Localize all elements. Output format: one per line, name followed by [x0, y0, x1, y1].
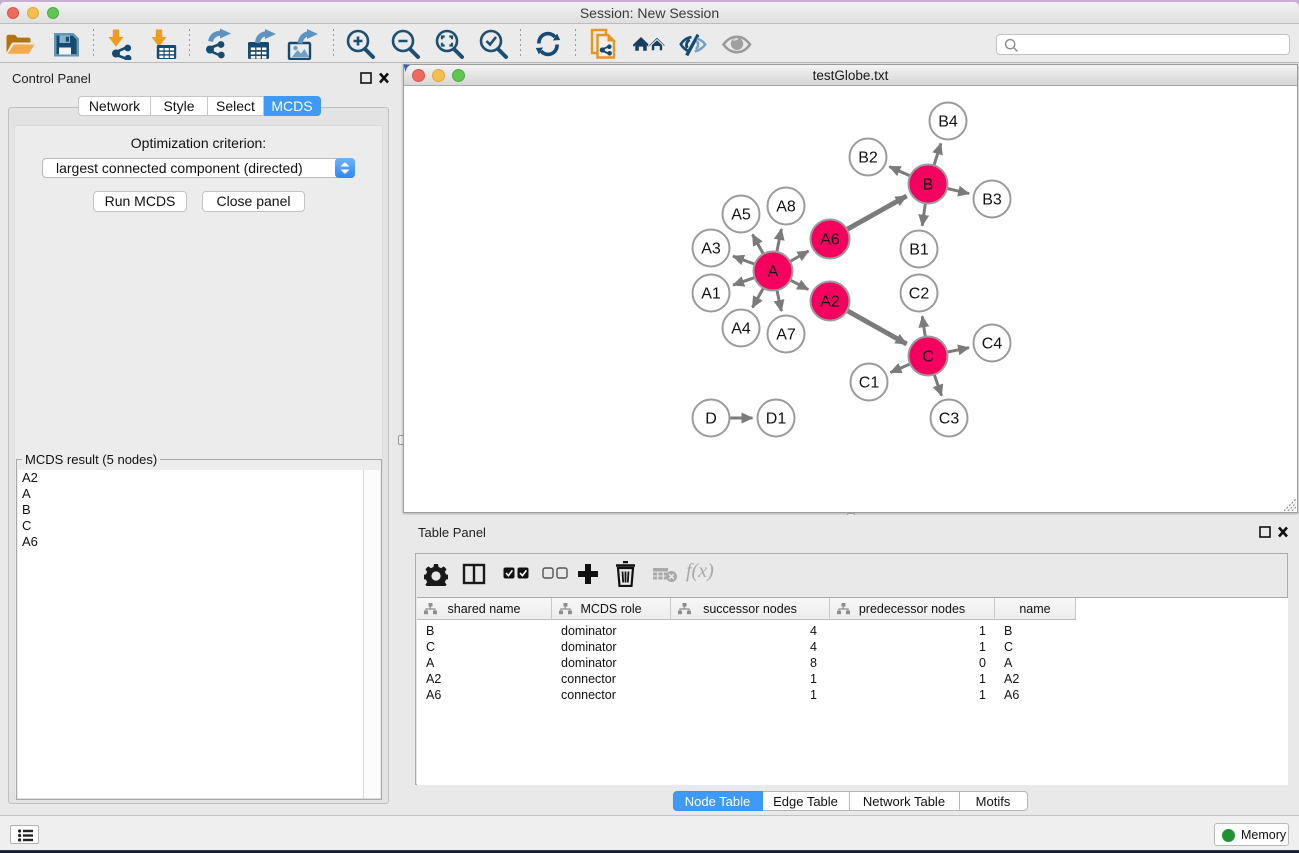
- svg-text:A7: A7: [776, 326, 796, 343]
- svg-text:A8: A8: [776, 198, 796, 215]
- svg-text:B1: B1: [909, 241, 929, 258]
- svg-text:A6: A6: [820, 231, 840, 248]
- svg-text:D1: D1: [765, 410, 786, 427]
- svg-text:A3: A3: [701, 240, 721, 257]
- svg-text:A4: A4: [731, 320, 751, 337]
- svg-text:A2: A2: [820, 293, 840, 310]
- svg-text:B4: B4: [938, 113, 958, 130]
- svg-text:D: D: [705, 410, 717, 427]
- svg-text:C: C: [922, 348, 934, 365]
- svg-text:B3: B3: [982, 191, 1002, 208]
- svg-text:B: B: [922, 176, 933, 193]
- svg-text:A: A: [767, 263, 778, 280]
- svg-text:B2: B2: [858, 149, 878, 166]
- svg-text:C2: C2: [908, 285, 929, 302]
- svg-text:A5: A5: [731, 206, 751, 223]
- svg-text:C3: C3: [938, 410, 959, 427]
- svg-text:A1: A1: [701, 285, 721, 302]
- svg-text:C4: C4: [981, 335, 1002, 352]
- svg-text:C1: C1: [858, 374, 879, 391]
